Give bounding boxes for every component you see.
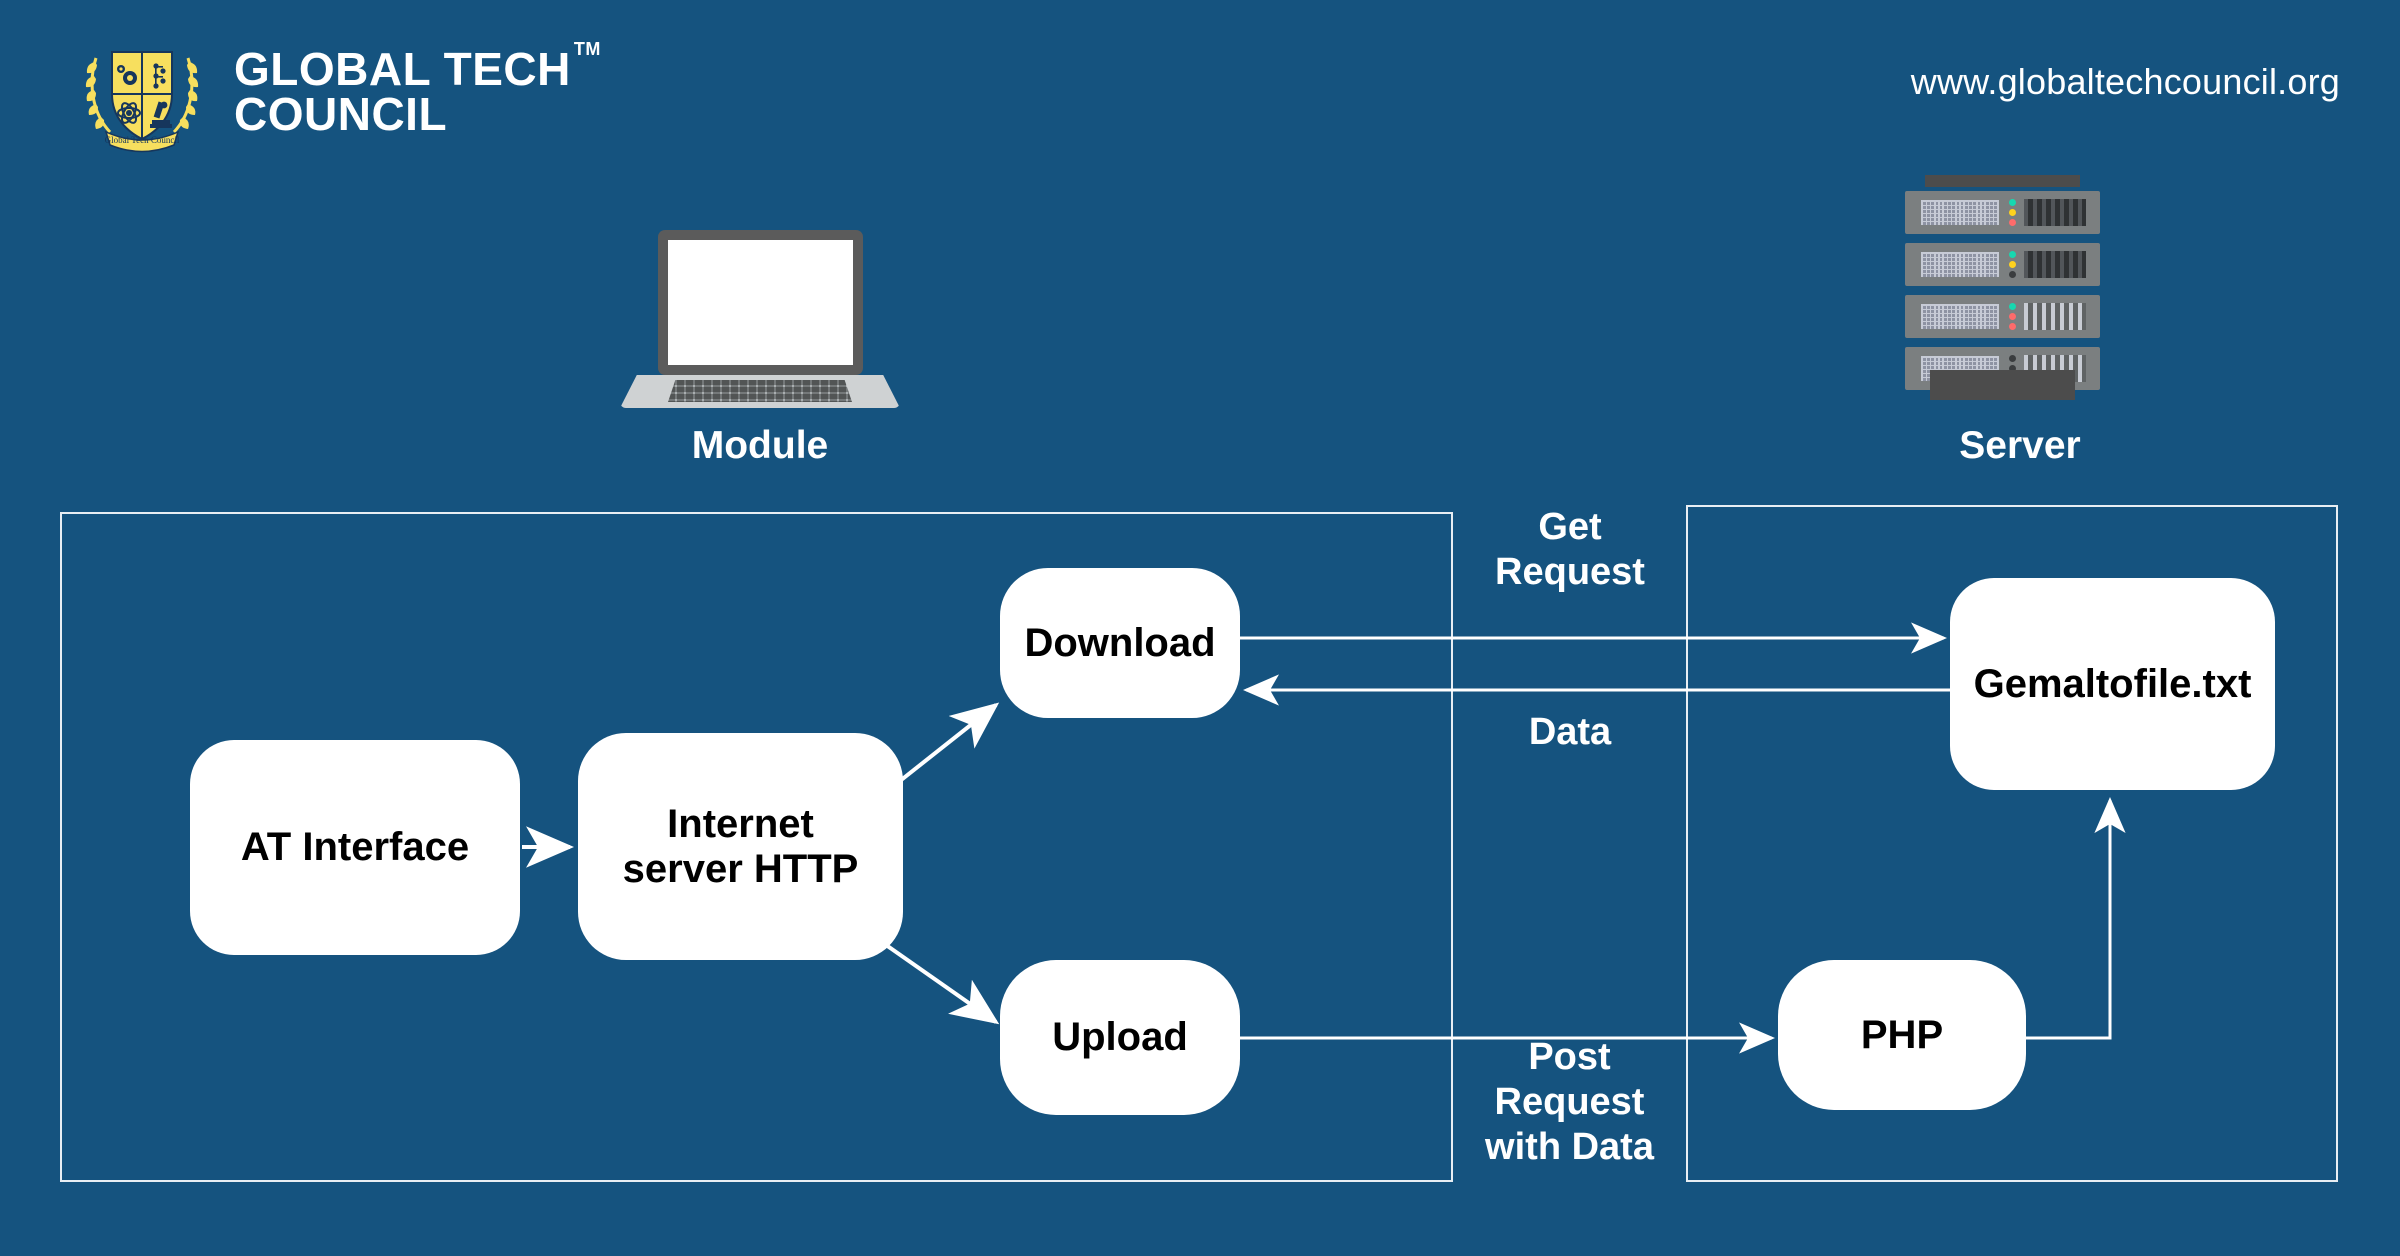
server-unit xyxy=(1905,191,2100,234)
node-at-interface-label: AT Interface xyxy=(240,825,470,870)
laptop-icon xyxy=(620,230,900,410)
server-vent-grid xyxy=(1921,304,1999,329)
server-vent-grid xyxy=(1921,200,1999,225)
server-unit xyxy=(1905,243,2100,286)
edge-label-data: Data xyxy=(1528,711,1612,753)
node-upload-label: Upload xyxy=(1052,1015,1188,1060)
node-php-label: PHP xyxy=(1860,1012,1944,1057)
post-line-3: with Data xyxy=(1485,1125,1654,1168)
server-led-group xyxy=(2009,251,2017,279)
diagram-canvas: Global Tech Council GLOBAL TECH TM COUNCI… xyxy=(0,0,2400,1256)
node-gemaltofile-txt-label: Gemaltofile.txt xyxy=(1973,661,2252,706)
get-request-line-1: Get xyxy=(1538,506,1602,548)
server-top-cap xyxy=(1925,175,2080,187)
device-label-module: Module xyxy=(691,424,829,467)
laptop-keyboard xyxy=(668,380,852,402)
server-rack-icon xyxy=(1905,175,2100,400)
node-upload[interactable]: Upload xyxy=(1000,960,1240,1115)
server-slot-bars xyxy=(2024,251,2086,278)
post-line-1: Post xyxy=(1528,1036,1611,1078)
edge-label-get-request: Get Request xyxy=(1455,505,1685,595)
laptop-lid xyxy=(658,230,863,375)
brand-line-2: COUNCIL xyxy=(234,88,448,140)
get-request-line-2: Request xyxy=(1495,550,1645,593)
global-tech-council-shield-icon: Global Tech Council xyxy=(78,28,206,156)
brand-wordmark: GLOBAL TECH TM COUNCIL xyxy=(234,38,601,140)
server-led-group xyxy=(2009,303,2017,331)
server-vent-grid xyxy=(1921,252,1999,277)
edge-label-post-request-with-data: Post Request with Data xyxy=(1452,1035,1687,1169)
trademark-mark: TM xyxy=(573,38,601,59)
server-slot-bars xyxy=(2024,303,2086,330)
website-url[interactable]: www.globaltechcouncil.org xyxy=(1911,61,2340,103)
server-base xyxy=(1930,370,2075,400)
http-label-line-1: Internet xyxy=(667,801,814,846)
node-download[interactable]: Download xyxy=(1000,568,1240,718)
node-download-label: Download xyxy=(1024,620,1216,665)
node-at-interface[interactable]: AT Interface xyxy=(190,740,520,955)
http-label-line-2: server HTTP xyxy=(622,846,859,891)
device-label-server: Server xyxy=(1959,424,2081,467)
node-internet-server-http-label: Internet server HTTP xyxy=(623,802,859,892)
brand-line-1: GLOBAL TECH TM xyxy=(234,38,601,95)
logo-motto-text: Global Tech Council xyxy=(105,135,180,145)
node-internet-server-http[interactable]: Internet server HTTP xyxy=(578,733,903,960)
server-unit xyxy=(1905,295,2100,338)
brand-logo-block: Global Tech Council GLOBAL TECH TM COUNCI… xyxy=(78,28,601,156)
node-gemaltofile-txt[interactable]: Gemaltofile.txt xyxy=(1950,578,2275,790)
post-line-2: Request xyxy=(1494,1080,1645,1123)
laptop-screen xyxy=(668,240,853,365)
server-led-group xyxy=(2009,199,2017,227)
node-php[interactable]: PHP xyxy=(1778,960,2026,1110)
server-slot-bars xyxy=(2024,199,2086,226)
